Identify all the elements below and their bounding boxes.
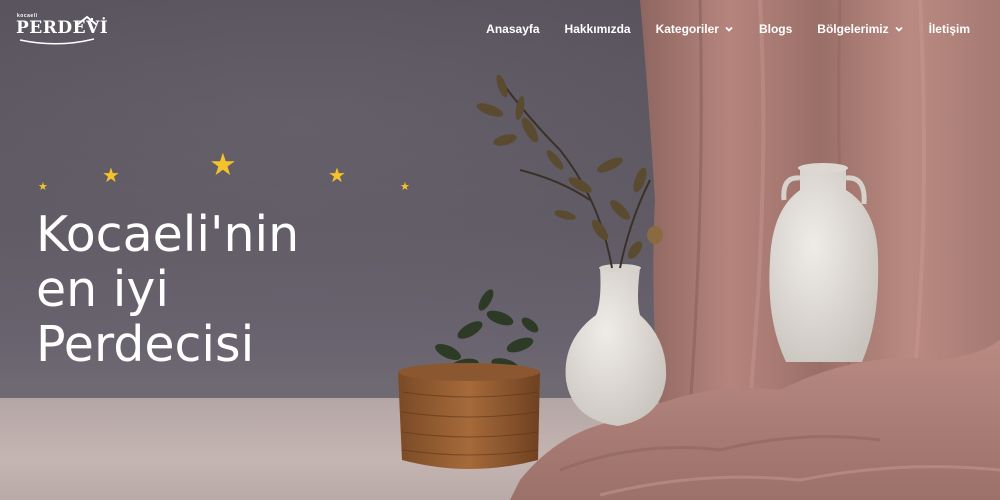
nav-item-kategoriler[interactable]: Kategoriler (656, 22, 734, 36)
logo-swoosh-icon (19, 38, 95, 45)
nav-label: Bölgelerimiz (817, 22, 889, 36)
navbar: kocaeli PERDEVİ Anasayfa Hakkımızda Kate… (0, 0, 1000, 60)
nav-item-bolgelerimiz[interactable]: Bölgelerimiz (817, 22, 903, 36)
hero-section: ★ ★ ★ ★ ★ Kocaeli'nin en iyi Perdecisi k… (0, 0, 1000, 500)
nav-label: Kategoriler (655, 22, 719, 36)
chevron-down-icon (895, 26, 903, 32)
nav-label: Anasayfa (486, 22, 540, 36)
chevron-down-icon (725, 26, 733, 32)
main-menu: Anasayfa Hakkımızda Kategoriler Blogs Bö… (461, 22, 970, 36)
nav-item-anasayfa[interactable]: Anasayfa (486, 22, 539, 36)
nav-item-hakkimizda[interactable]: Hakkımızda (565, 22, 631, 36)
house-roof-icon (76, 15, 98, 26)
headline-line-2: en iyi (36, 261, 170, 318)
nav-label: Blogs (758, 22, 793, 36)
nav-label: Hakkımızda (564, 22, 631, 36)
nav-label: İletişim (928, 22, 970, 36)
nav-item-blogs[interactable]: Blogs (759, 22, 792, 36)
nav-item-iletisim[interactable]: İletişim (929, 22, 970, 36)
headline-line-1: Kocaeli'nin (36, 206, 300, 263)
hero-headline: Kocaeli'nin en iyi Perdecisi (36, 207, 396, 372)
headline-line-3: Perdecisi (36, 316, 255, 373)
site-logo[interactable]: kocaeli PERDEVİ (16, 12, 108, 45)
